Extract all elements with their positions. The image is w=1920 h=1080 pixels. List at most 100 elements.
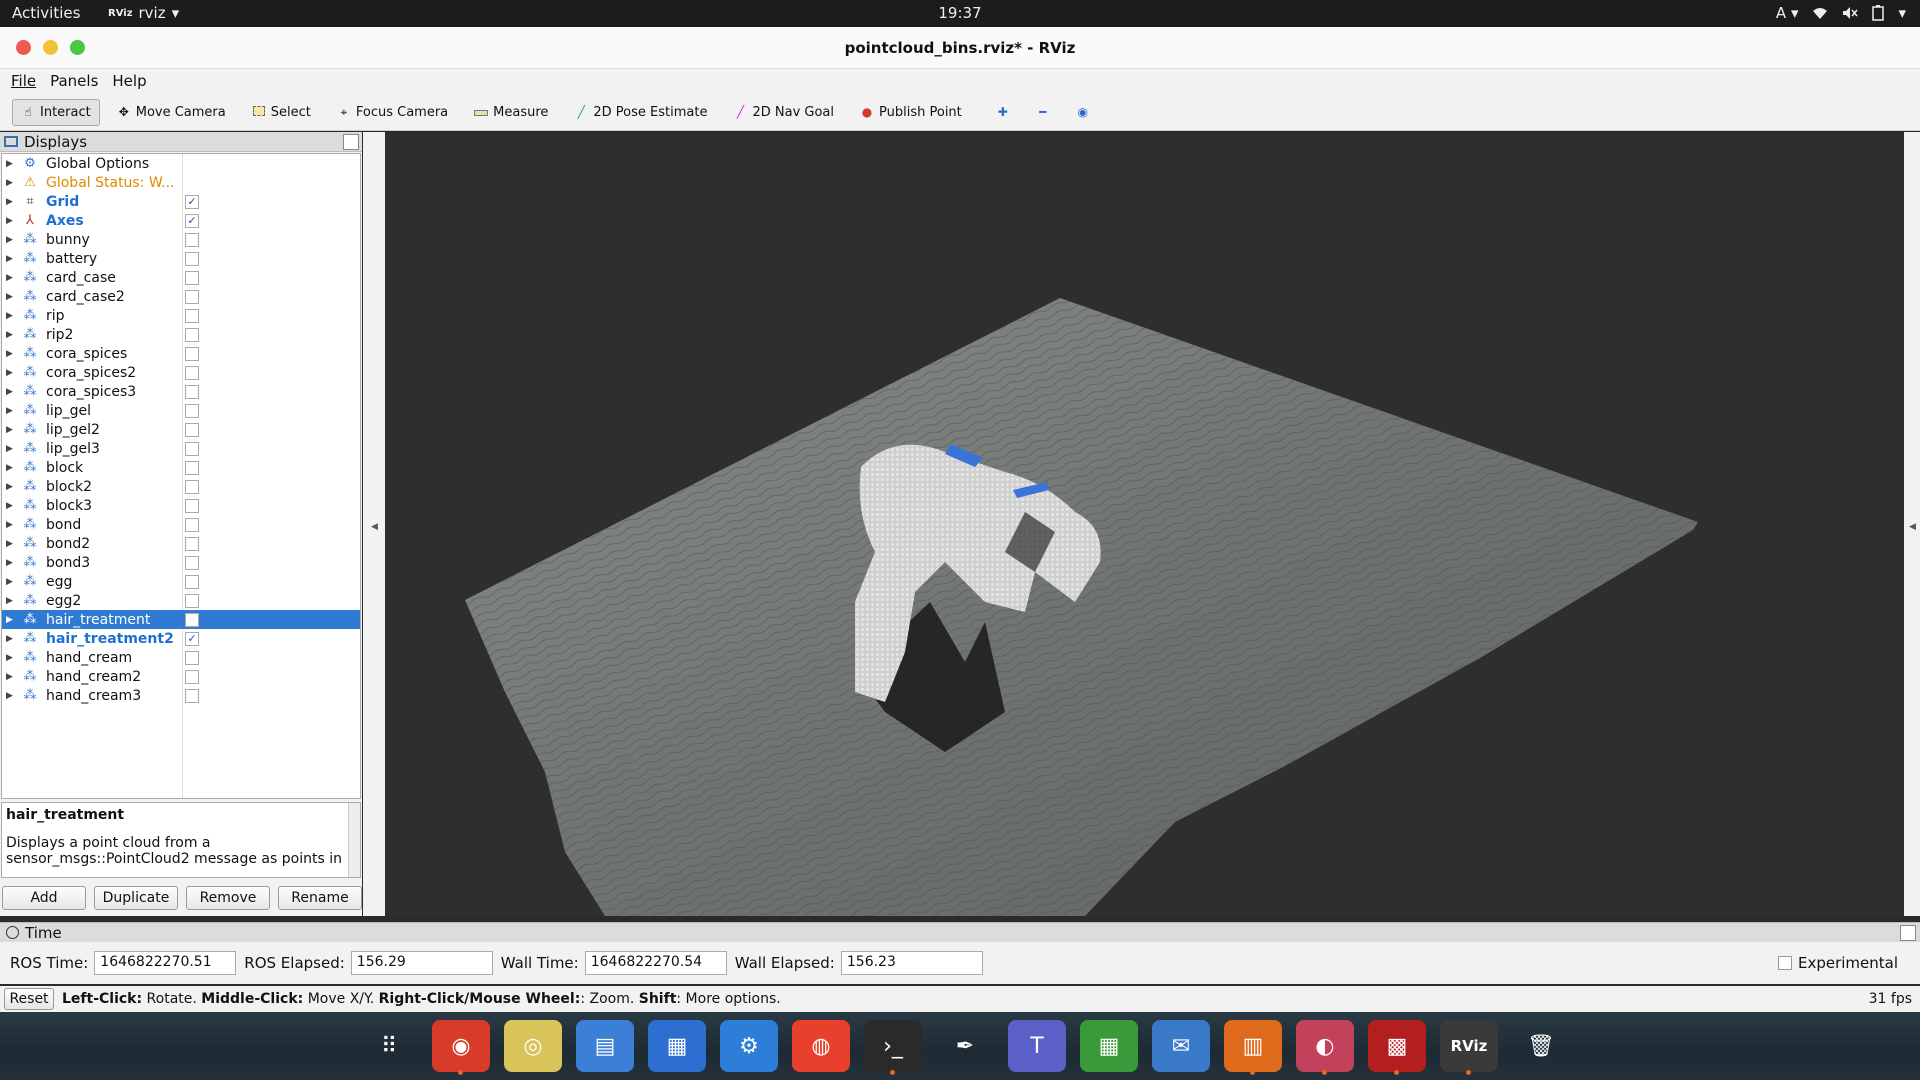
- expand-arrow-icon[interactable]: ▶: [6, 539, 16, 549]
- displays-tree[interactable]: ▶ ⚙ Global Options ▶ ⚠ Global Status: W... ▶ ⌗ G…: [1, 153, 361, 799]
- display-enabled-checkbox[interactable]: [185, 365, 199, 380]
- expand-arrow-icon[interactable]: ▶: [6, 178, 16, 188]
- duplicate-display-button[interactable]: Duplicate: [94, 886, 178, 910]
- interact-tool-button[interactable]: ☝ Interact: [12, 98, 100, 126]
- display-item[interactable]: ▶ ⁂ hand_cream: [2, 648, 360, 667]
- menu-help[interactable]: Help: [107, 69, 151, 94]
- time-panel-float-button[interactable]: [1900, 924, 1916, 941]
- writer-icon[interactable]: ▦: [648, 1020, 706, 1072]
- display-item[interactable]: ▶ ⁂ hair_treatment2 ✓: [2, 629, 360, 648]
- display-item[interactable]: ▶ ⅄ Axes ✓: [2, 211, 360, 230]
- display-enabled-checkbox[interactable]: ✓: [185, 631, 199, 646]
- focus-camera-tool-button[interactable]: ⌖ Focus Camera: [328, 99, 457, 126]
- display-item[interactable]: ▶ ⁂ bunny: [2, 230, 360, 249]
- remove-tool-button[interactable]: ━: [1027, 99, 1059, 125]
- expand-arrow-icon[interactable]: ▶: [6, 216, 16, 226]
- collapse-left-icon[interactable]: ◀: [371, 522, 378, 532]
- move-camera-tool-button[interactable]: ✥ Move Camera: [108, 99, 235, 126]
- display-enabled-checkbox[interactable]: [185, 669, 199, 684]
- display-item[interactable]: ▶ ⁂ rip: [2, 306, 360, 325]
- display-item[interactable]: ▶ ⁂ cora_spices2: [2, 363, 360, 382]
- display-item[interactable]: ▶ ⁂ hair_treatment: [2, 610, 360, 629]
- display-enabled-checkbox[interactable]: ✓: [185, 194, 199, 209]
- help-icon[interactable]: ◍: [792, 1020, 850, 1072]
- expand-arrow-icon[interactable]: ▶: [6, 387, 16, 397]
- expand-arrow-icon[interactable]: ▶: [6, 330, 16, 340]
- terminal-icon[interactable]: ›_: [864, 1020, 922, 1075]
- display-item[interactable]: ▶ ⁂ rip2: [2, 325, 360, 344]
- ros-time-field[interactable]: 1646822270.51: [94, 951, 237, 975]
- display-enabled-checkbox[interactable]: [185, 308, 199, 323]
- expand-arrow-icon[interactable]: ▶: [6, 463, 16, 473]
- expand-arrow-icon[interactable]: ▶: [6, 444, 16, 454]
- system-tray[interactable]: A ▾ ▾: [1776, 4, 1906, 22]
- chrome-icon[interactable]: ◉: [432, 1020, 490, 1075]
- display-enabled-checkbox[interactable]: [185, 251, 199, 266]
- rename-display-button[interactable]: Rename: [278, 886, 362, 910]
- display-item[interactable]: ▶ ⁂ cora_spices3: [2, 382, 360, 401]
- menu-file[interactable]: File: [6, 69, 41, 94]
- wall-elapsed-field[interactable]: 156.23: [840, 951, 983, 975]
- expand-arrow-icon[interactable]: ▶: [6, 349, 16, 359]
- expand-arrow-icon[interactable]: ▶: [6, 596, 16, 606]
- display-enabled-checkbox[interactable]: [185, 441, 199, 456]
- display-item[interactable]: ▶ ⁂ hand_cream2: [2, 667, 360, 686]
- display-enabled-checkbox[interactable]: [185, 555, 199, 570]
- expand-arrow-icon[interactable]: ▶: [6, 501, 16, 511]
- display-item[interactable]: ▶ ⁂ lip_gel3: [2, 439, 360, 458]
- display-enabled-checkbox[interactable]: [185, 479, 199, 494]
- display-item[interactable]: ▶ ⁂ egg: [2, 572, 360, 591]
- expand-arrow-icon[interactable]: ▶: [6, 672, 16, 682]
- display-item[interactable]: ▶ ⁂ lip_gel: [2, 401, 360, 420]
- image-viewer-icon[interactable]: ◐: [1296, 1020, 1354, 1075]
- display-item[interactable]: ▶ ⁂ card_case2: [2, 287, 360, 306]
- camera-type-button[interactable]: ◉: [1067, 99, 1099, 125]
- expand-arrow-icon[interactable]: ▶: [6, 273, 16, 283]
- display-enabled-checkbox[interactable]: [185, 270, 199, 285]
- remove-display-button[interactable]: Remove: [186, 886, 270, 910]
- display-enabled-checkbox[interactable]: [185, 650, 199, 665]
- rhythmbox-icon[interactable]: ◎: [504, 1020, 562, 1072]
- display-item[interactable]: ▶ ⁂ block: [2, 458, 360, 477]
- expand-arrow-icon[interactable]: ▶: [6, 235, 16, 245]
- display-item[interactable]: ▶ ⁂ bond2: [2, 534, 360, 553]
- display-enabled-checkbox[interactable]: [185, 612, 199, 627]
- display-item[interactable]: ▶ ⚙ Global Options: [2, 154, 360, 173]
- expand-arrow-icon[interactable]: ▶: [6, 197, 16, 207]
- display-item[interactable]: ▶ ⌗ Grid ✓: [2, 192, 360, 211]
- expand-arrow-icon[interactable]: ▶: [6, 634, 16, 644]
- display-item[interactable]: ▶ ⁂ block3: [2, 496, 360, 515]
- display-item[interactable]: ▶ ⚠ Global Status: W...: [2, 173, 360, 192]
- expand-arrow-icon[interactable]: ▶: [6, 615, 16, 625]
- display-enabled-checkbox[interactable]: [185, 498, 199, 513]
- select-tool-button[interactable]: Select: [243, 99, 320, 126]
- impress-icon[interactable]: ▥: [1224, 1020, 1282, 1075]
- trash-icon[interactable]: 🗑: [1512, 1020, 1570, 1072]
- display-enabled-checkbox[interactable]: [185, 327, 199, 342]
- display-enabled-checkbox[interactable]: [185, 232, 199, 247]
- expand-arrow-icon[interactable]: ▶: [6, 406, 16, 416]
- display-item[interactable]: ▶ ⁂ egg2: [2, 591, 360, 610]
- display-enabled-checkbox[interactable]: [185, 517, 199, 532]
- expand-arrow-icon[interactable]: ▶: [6, 653, 16, 663]
- collapse-right-icon[interactable]: ◀: [1909, 522, 1916, 532]
- expand-arrow-icon[interactable]: ▶: [6, 311, 16, 321]
- teams-icon[interactable]: T: [1008, 1020, 1066, 1072]
- gazebo-icon[interactable]: ▩: [1368, 1020, 1426, 1075]
- add-display-button[interactable]: Add: [2, 886, 86, 910]
- pose-estimate-tool-button[interactable]: ╱ 2D Pose Estimate: [565, 99, 716, 126]
- expand-arrow-icon[interactable]: ▶: [6, 520, 16, 530]
- expand-arrow-icon[interactable]: ▶: [6, 292, 16, 302]
- expand-arrow-icon[interactable]: ▶: [6, 577, 16, 587]
- display-item[interactable]: ▶ ⁂ battery: [2, 249, 360, 268]
- thunderbird-icon[interactable]: ✉: [1152, 1020, 1210, 1072]
- calc-icon[interactable]: ▦: [1080, 1020, 1138, 1072]
- clock[interactable]: 19:37: [0, 4, 1920, 22]
- display-enabled-checkbox[interactable]: [185, 403, 199, 418]
- input-method-indicator[interactable]: A ▾: [1776, 4, 1799, 22]
- display-enabled-checkbox[interactable]: [185, 593, 199, 608]
- wall-time-field[interactable]: 1646822270.54: [584, 951, 727, 975]
- display-item[interactable]: ▶ ⁂ block2: [2, 477, 360, 496]
- expand-arrow-icon[interactable]: ▶: [6, 368, 16, 378]
- experimental-toggle[interactable]: Experimental: [1777, 954, 1898, 972]
